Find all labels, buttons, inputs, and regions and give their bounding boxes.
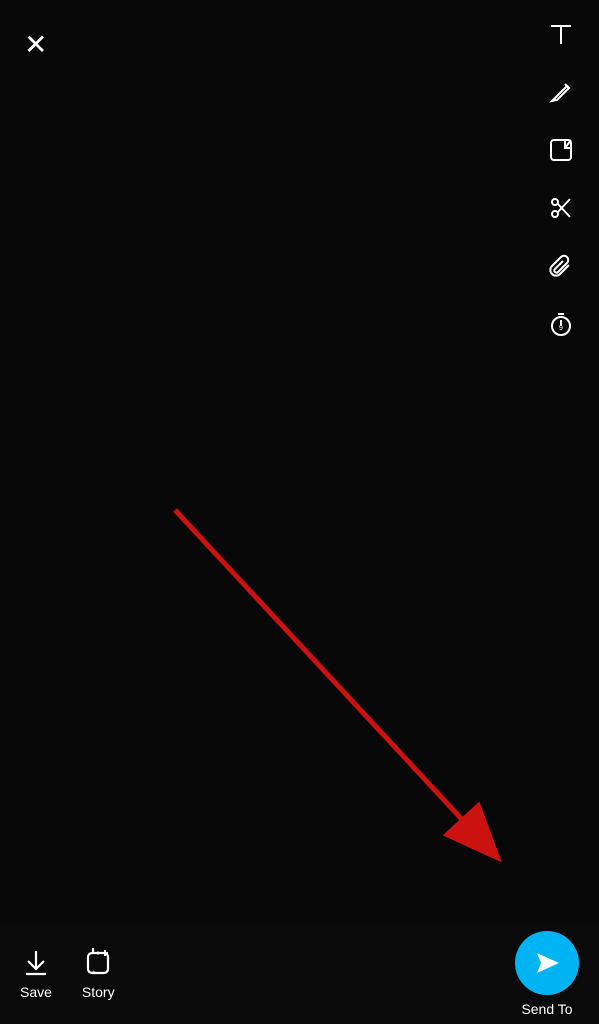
timer-icon[interactable]: 9 [543,306,579,342]
close-button[interactable]: ✕ [24,28,47,61]
save-label: Save [20,984,52,1000]
sticker-icon[interactable] [543,132,579,168]
story-label: Story [82,984,115,1000]
text-icon[interactable] [543,16,579,52]
bottom-bar: Save + Story Send To [0,924,599,1024]
arrow-annotation [0,0,599,1024]
story-button[interactable]: + Story [82,948,115,1000]
scissors-icon[interactable] [543,190,579,226]
right-toolbar: 9 [543,16,579,342]
bottom-left-actions: Save + Story [20,948,115,1000]
paperclip-icon[interactable] [543,248,579,284]
send-to-circle [515,931,579,995]
pencil-icon[interactable] [543,74,579,110]
save-button[interactable]: Save [20,948,52,1000]
send-to-button[interactable]: Send To [515,931,579,1017]
send-to-label: Send To [521,1001,572,1017]
svg-text:9: 9 [559,325,563,332]
svg-text:+: + [92,970,96,976]
